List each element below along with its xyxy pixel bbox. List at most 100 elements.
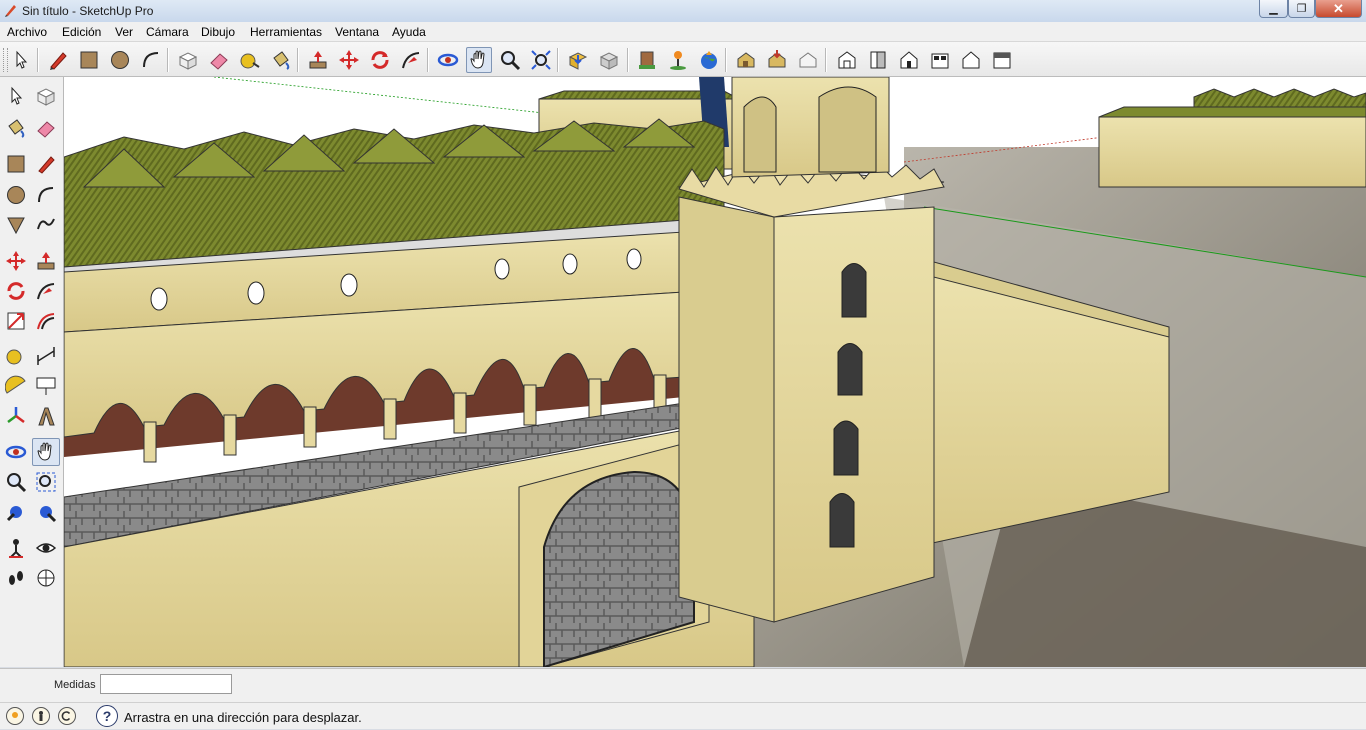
minimize-button[interactable]: ▁	[1259, 0, 1288, 18]
zoom-tool-button[interactable]	[497, 47, 523, 73]
freehand-icon	[37, 218, 55, 230]
pan-tool-button[interactable]	[466, 47, 492, 73]
add-location-button[interactable]	[665, 47, 691, 73]
help-button[interactable]: ?	[96, 705, 118, 727]
sidebar-text-button[interactable]	[32, 372, 60, 400]
sidebar-tape-button[interactable]	[2, 342, 30, 370]
front-standard-view-button[interactable]	[896, 47, 922, 73]
sidebar-follow-me-button[interactable]	[32, 277, 60, 305]
line-tool-button[interactable]	[45, 47, 71, 73]
sidebar-rectangle-button[interactable]	[2, 150, 30, 178]
make-component-button[interactable]	[175, 47, 201, 73]
front-view-button[interactable]	[795, 47, 821, 73]
status-message: Arrastra en una dirección para desplazar…	[124, 710, 362, 725]
sidebar-arc-button[interactable]	[32, 181, 60, 209]
menu-archivo[interactable]: Archivo	[7, 25, 47, 39]
menu-ventana[interactable]: Ventana	[335, 25, 379, 39]
menu-camara[interactable]: Cámara	[146, 25, 189, 39]
top-view-button[interactable]	[764, 47, 790, 73]
right-standard-view-button[interactable]	[927, 47, 953, 73]
sidebar-freehand-button[interactable]	[32, 211, 60, 239]
arc-tool-button[interactable]	[138, 47, 164, 73]
menu-edicion[interactable]: Edición	[62, 25, 101, 39]
person-icon	[39, 711, 43, 721]
tape-measure-icon	[240, 53, 260, 69]
sidebar-rotate-button[interactable]	[2, 277, 30, 305]
follow-me-button[interactable]	[398, 47, 424, 73]
top-standard-view-button[interactable]	[865, 47, 891, 73]
sidebar-offset-button[interactable]	[32, 307, 60, 335]
modeling-viewport[interactable]	[64, 77, 1366, 667]
sidebar-pan-button[interactable]	[32, 438, 60, 466]
sidebar-dimension-button[interactable]	[32, 342, 60, 370]
magnifier-icon	[501, 51, 521, 71]
warehouse-icon	[639, 51, 655, 69]
sidebar-zoom-window-button[interactable]	[32, 468, 60, 496]
geolocation-status-icon[interactable]	[6, 707, 24, 725]
rectangle-icon	[80, 51, 98, 69]
sidebar-look-around-button[interactable]	[32, 534, 60, 562]
sidebar-select-button[interactable]	[2, 82, 30, 110]
select-tool-button[interactable]	[8, 47, 34, 73]
toolbar-separator	[825, 48, 827, 72]
menu-herramientas[interactable]: Herramientas	[250, 25, 322, 39]
text-label-icon	[36, 377, 56, 395]
iso-view-button[interactable]	[733, 47, 759, 73]
sidebar-component-button[interactable]	[32, 82, 60, 110]
left-standard-view-button[interactable]	[989, 47, 1015, 73]
sidebar-axes-button[interactable]	[2, 402, 30, 430]
sidebar-paint-button[interactable]	[2, 114, 30, 142]
measurements-input[interactable]	[100, 674, 232, 694]
sidebar-3d-text-button[interactable]	[32, 402, 60, 430]
maximize-button[interactable]: ❐	[1288, 0, 1315, 18]
sidebar-section-plane-button[interactable]	[32, 564, 60, 592]
paint-bucket-button[interactable]	[268, 47, 294, 73]
menu-ayuda[interactable]: Ayuda	[392, 25, 426, 39]
menu-ver[interactable]: Ver	[115, 25, 133, 39]
arc-icon	[38, 187, 54, 203]
eraser-tool-button[interactable]	[206, 47, 232, 73]
share-model-button[interactable]	[596, 47, 622, 73]
circle-tool-button[interactable]	[107, 47, 133, 73]
sidebar-eraser-button[interactable]	[32, 114, 60, 142]
get-models-button[interactable]	[565, 47, 591, 73]
push-pull-button[interactable]	[305, 47, 331, 73]
sidebar-position-camera-button[interactable]	[2, 534, 30, 562]
orbit-tool-button[interactable]	[435, 47, 461, 73]
sidebar-walk-button[interactable]	[2, 564, 30, 592]
share-model-icon	[599, 52, 619, 70]
sidebar-scale-button[interactable]	[2, 307, 30, 335]
globe-icon	[701, 51, 717, 69]
rectangle-tool-button[interactable]	[76, 47, 102, 73]
sidebar-circle-button[interactable]	[2, 181, 30, 209]
select-arrow-icon	[16, 50, 28, 69]
follow-me-icon	[37, 283, 55, 300]
sketchup-app-icon	[5, 5, 16, 17]
zoom-extents-button[interactable]	[528, 47, 554, 73]
sidebar-zoom-extents-button[interactable]	[32, 498, 60, 526]
iso-standard-view-button[interactable]	[834, 47, 860, 73]
menu-dibujo[interactable]: Dibujo	[201, 25, 235, 39]
main-toolbar	[0, 42, 1366, 77]
sidebar-move-button[interactable]	[2, 247, 30, 275]
eye-icon	[35, 543, 57, 553]
close-button[interactable]: ✕	[1315, 0, 1362, 18]
tape-measure-button[interactable]	[237, 47, 263, 73]
component-cube-icon	[178, 52, 198, 70]
rotate-tool-button[interactable]	[367, 47, 393, 73]
sidebar-line-button[interactable]	[32, 150, 60, 178]
credits-status-icon[interactable]	[32, 707, 50, 725]
sidebar-orbit-button[interactable]	[2, 438, 30, 466]
follow-me-icon	[402, 52, 420, 69]
google-earth-button[interactable]	[696, 47, 722, 73]
sidebar-protractor-button[interactable]	[2, 372, 30, 400]
sidebar-polygon-button[interactable]	[2, 211, 30, 239]
move-tool-button[interactable]	[336, 47, 362, 73]
sidebar-zoom-button[interactable]	[2, 468, 30, 496]
warehouse-component-button[interactable]	[634, 47, 660, 73]
circle-icon	[111, 51, 129, 69]
sidebar-previous-view-button[interactable]	[2, 498, 30, 526]
back-standard-view-button[interactable]	[958, 47, 984, 73]
copyright-status-icon[interactable]	[58, 707, 76, 725]
sidebar-push-pull-button[interactable]	[32, 247, 60, 275]
